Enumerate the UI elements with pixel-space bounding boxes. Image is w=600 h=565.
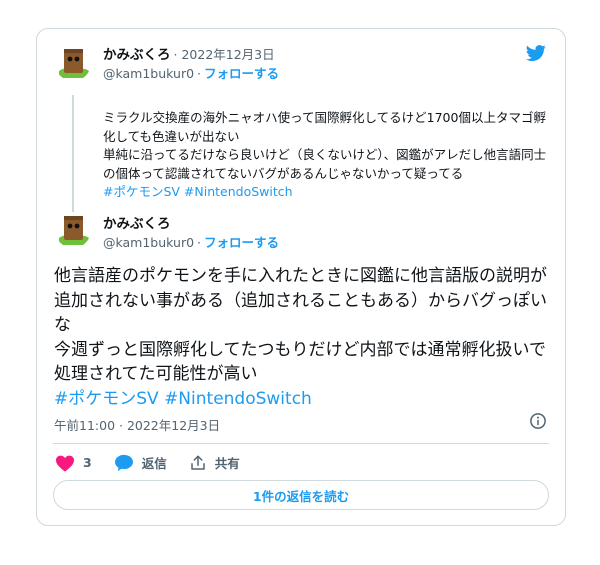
tweet-text-line: ミラクル交換産の海外ニャオハ使って国際孵化してるけど1700個以上タマゴ孵化して… <box>103 110 546 144</box>
share-icon <box>190 455 205 470</box>
like-button[interactable]: 3 <box>55 454 92 472</box>
tweet-date[interactable]: · 2022年12月3日 <box>174 44 275 63</box>
like-count: 3 <box>83 455 92 470</box>
read-replies-button[interactable]: 1件の返信を読む <box>53 480 549 510</box>
share-button[interactable]: 共有 <box>189 453 240 472</box>
reply-bubble-icon <box>114 454 133 471</box>
quoted-handle-row: @kam1bukur0 · フォローする <box>103 63 279 82</box>
separator: · <box>197 235 202 250</box>
avatar-image <box>55 45 91 81</box>
author-name[interactable]: かみぶくろ <box>103 212 171 232</box>
separator: · <box>173 47 178 62</box>
avatar-image <box>55 212 91 248</box>
avatar[interactable] <box>55 212 91 248</box>
divider <box>53 443 549 444</box>
avatar[interactable] <box>55 45 91 81</box>
reply-label: 返信 <box>141 456 167 471</box>
action-bar: 3 返信 共有 <box>55 453 262 472</box>
thread-connector-line <box>72 95 74 231</box>
quoted-tweet-text: ミラクル交換産の海外ニャオハ使って国際孵化してるけど1700個以上タマゴ孵化して… <box>103 109 553 202</box>
separator: · <box>197 66 202 81</box>
main-handle-row: @kam1bukur0 · フォローする <box>103 232 279 251</box>
twitter-bird-icon[interactable] <box>525 43 547 63</box>
info-icon[interactable] <box>529 412 547 430</box>
tweet-timestamp[interactable]: 午前11:00 · 2022年12月3日 <box>54 415 220 434</box>
author-handle[interactable]: @kam1bukur0 <box>103 235 194 250</box>
main-tweet-text: 他言語産のポケモンを手に入れたときに図鑑に他言語版の説明が追加されない事がある（… <box>54 264 554 411</box>
share-label: 共有 <box>214 456 240 471</box>
heart-icon <box>56 455 74 472</box>
reply-button[interactable]: 返信 <box>114 453 167 472</box>
author-name[interactable]: かみぶくろ <box>103 43 171 63</box>
author-handle[interactable]: @kam1bukur0 <box>103 66 194 81</box>
quoted-author-row: かみぶくろ · 2022年12月3日 <box>103 43 275 63</box>
tweet-text-line: 今週ずっと国際孵化してたつもりだけど内部では通常孵化扱いで処理されてた可能性が高… <box>54 339 546 385</box>
tweet-text-line: 他言語産のポケモンを手に入れたときに図鑑に他言語版の説明が追加されない事がある（… <box>54 266 547 335</box>
main-author-row: かみぶくろ <box>103 212 171 232</box>
hashtags[interactable]: #ポケモンSV #NintendoSwitch <box>54 387 554 412</box>
hashtags[interactable]: #ポケモンSV #NintendoSwitch <box>103 183 553 202</box>
follow-link[interactable]: フォローする <box>204 63 279 82</box>
tweet-embed-card: かみぶくろ · 2022年12月3日 @kam1bukur0 · フォローする … <box>36 28 566 526</box>
follow-link[interactable]: フォローする <box>204 232 279 251</box>
tweet-text-line: 単純に沿ってるだけなら良いけど（良くないけど）、図鑑がアレだし他言語同士の個体っ… <box>103 147 547 181</box>
date-text: 2022年12月3日 <box>181 47 275 62</box>
